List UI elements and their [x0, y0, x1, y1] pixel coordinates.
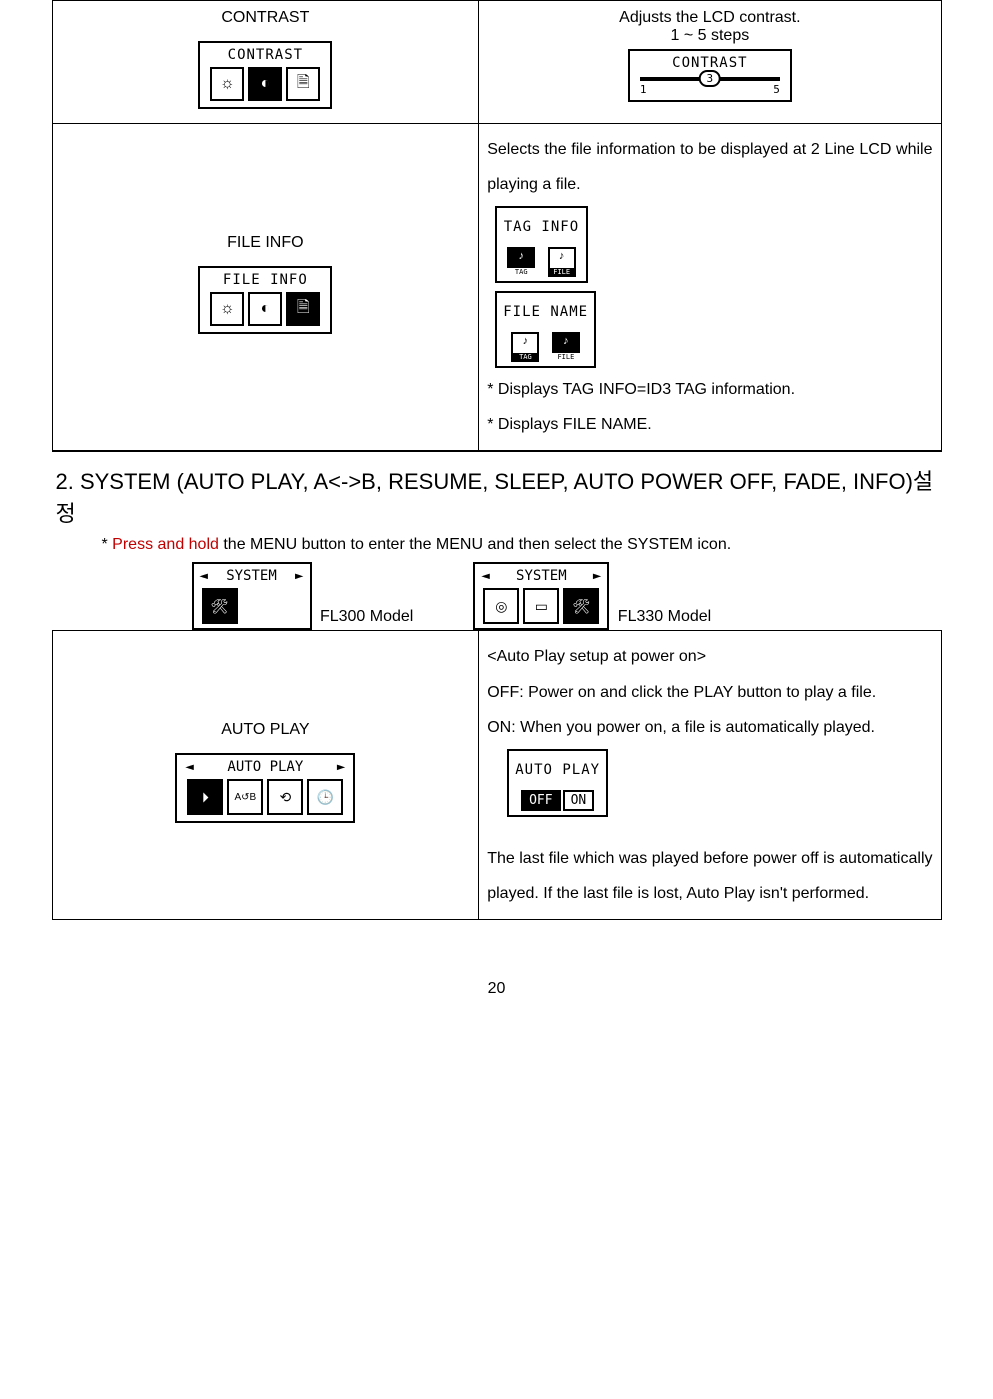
model1-name: FL300 Model [320, 608, 413, 630]
tag-info-label: TAG INFO [503, 212, 579, 243]
contrast-icon: ◐ [248, 67, 282, 101]
contrast-desc1: Adjusts the LCD contrast. [487, 9, 932, 27]
on-button: ON [563, 790, 595, 811]
resume-icon: ⟲ [267, 779, 303, 815]
autoplay-onoff-box: AUTO PLAY OFFON [507, 749, 608, 817]
autoplay-desc-note: The last file which was played before po… [487, 841, 932, 911]
contrast-lcd-box: CONTRAST ☼ ◐ 🗎 [198, 41, 332, 109]
autoplay-desc-on: ON: When you power on, a file is automat… [487, 710, 932, 745]
contrast-slider-label: CONTRAST [640, 55, 780, 71]
model2-name: FL330 Model [618, 608, 711, 630]
off-button: OFF [521, 790, 560, 811]
file-mini-icon-selected: ♪FILE [552, 332, 580, 362]
autoplay-title: AUTO PLAY [61, 721, 471, 739]
fileinfo-title: FILE INFO [61, 234, 471, 252]
autoplay-desc-off: OFF: Power on and click the PLAY button … [487, 675, 932, 710]
contrast-title: CONTRAST [61, 9, 471, 27]
contrast-icon: ◐ [248, 292, 282, 326]
fileinfo-note1: * Displays TAG INFO=ID3 TAG information. [487, 372, 932, 407]
clock-icon: 🕒 [307, 779, 343, 815]
section2-heading: 2. SYSTEM (AUTO PLAY, A<->B, RESUME, SLE… [52, 451, 942, 536]
file-name-label: FILE NAME [503, 297, 588, 328]
disc-icon: ◎ [483, 588, 519, 624]
tools-icon: 🛠 [563, 588, 599, 624]
file-icon: 🗎 [286, 67, 320, 101]
slider-max: 5 [773, 83, 780, 96]
slider-value: 3 [699, 70, 722, 87]
brightness-icon: ☼ [210, 292, 244, 326]
contrast-lcd-label: CONTRAST [208, 47, 322, 63]
autoplay-box-label: AUTO PLAY [515, 755, 600, 786]
page-number: 20 [52, 980, 942, 998]
brightness-icon: ☼ [210, 67, 244, 101]
autoplay-icon: ⏵ [187, 779, 223, 815]
fileinfo-desc1: Selects the file information to be displ… [487, 132, 932, 202]
system-box-fl330: ◄SYSTEM► ◎ ▭ 🛠 [473, 562, 609, 630]
system-box-fl300: ◄SYSTEM► 🛠 [192, 562, 312, 630]
file-name-box: FILE NAME ♪TAG ♪FILE [495, 291, 596, 368]
contrast-desc2: 1 ~ 5 steps [487, 27, 932, 45]
contrast-row: CONTRAST CONTRAST ☼ ◐ 🗎 Adjusts the LCD … [52, 1, 941, 124]
ab-icon: A↺B [227, 779, 263, 815]
section2-instruction: * Press and hold the MENU button to ente… [52, 536, 942, 554]
autoplay-desc-heading: <Auto Play setup at power on> [487, 639, 932, 674]
contrast-slider-box: CONTRAST 3 1 5 [628, 49, 792, 102]
tools-icon: 🛠 [202, 588, 238, 624]
tag-info-box: TAG INFO ♪TAG ♪FILE [495, 206, 587, 283]
fileinfo-lcd-label: FILE INFO [208, 272, 322, 288]
fileinfo-lcd-box: FILE INFO ☼ ◐ 🗎 [198, 266, 332, 334]
autoplay-row: AUTO PLAY ◄ AUTO PLAY ► ⏵ A↺B ⟲ 🕒 <Auto … [52, 631, 941, 920]
file-mini-icon: ♪FILE [548, 247, 576, 277]
card-icon: ▭ [523, 588, 559, 624]
tag-mini-icon-selected: ♪TAG [507, 247, 535, 277]
fileinfo-note2: * Displays FILE NAME. [487, 407, 932, 442]
file-icon: 🗎 [286, 292, 320, 326]
autoplay-lcd-box: ◄ AUTO PLAY ► ⏵ A↺B ⟲ 🕒 [175, 753, 355, 823]
fileinfo-row: FILE INFO FILE INFO ☼ ◐ 🗎 Selects the fi… [52, 124, 941, 451]
tag-mini-icon: ♪TAG [511, 332, 539, 362]
slider-min: 1 [640, 83, 647, 96]
